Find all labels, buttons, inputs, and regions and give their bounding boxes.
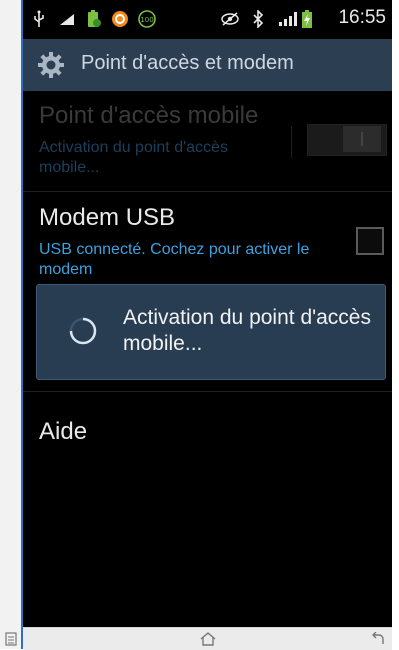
action-bar: Point d'accès et modem xyxy=(23,39,392,91)
right-edge xyxy=(392,0,399,649)
usb-icon xyxy=(31,10,47,28)
usb-modem-checkbox[interactable] xyxy=(356,227,384,255)
home-icon[interactable] xyxy=(200,631,216,647)
menu-icon[interactable] xyxy=(3,631,19,647)
progress-dialog: Activation du point d'accès mobile... xyxy=(36,284,386,380)
loading-spinner-icon xyxy=(68,316,98,346)
battery-app-icon xyxy=(85,10,103,28)
usb-modem-title: Modem USB xyxy=(39,204,176,231)
status-bar: 100 16:55 xyxy=(23,0,392,38)
orange-app-icon xyxy=(111,10,129,28)
help-title: Aide xyxy=(39,418,88,445)
bluetooth-icon xyxy=(251,10,265,28)
cellular-signal-icon xyxy=(277,10,299,28)
nav-bar xyxy=(5,627,392,650)
signal-bars-icon xyxy=(59,10,75,28)
battery-100-icon: 100 xyxy=(137,10,157,28)
hotspot-toggle-mark xyxy=(361,132,363,146)
dialog-message: Activation du point d'accès mobile... xyxy=(123,306,371,355)
battery-charging-icon xyxy=(301,10,313,28)
left-edge xyxy=(0,0,23,649)
phone-screen: 100 16:55 Point d'accès et modem Point d… xyxy=(23,0,392,627)
clock: 16:55 xyxy=(338,7,386,28)
back-icon[interactable] xyxy=(370,631,386,647)
settings-gear-icon[interactable] xyxy=(37,51,65,79)
usb-modem-subtitle: USB connecté. Cochez pour activer le mod… xyxy=(39,241,310,278)
svg-text:100: 100 xyxy=(140,16,153,24)
hotspot-subtitle: Activation du point d'accès mobile... xyxy=(39,139,228,176)
toggle-separator xyxy=(291,126,292,158)
divider xyxy=(23,391,392,392)
hotspot-title: Point d'accès mobile xyxy=(39,102,259,129)
eye-off-icon xyxy=(219,10,241,28)
divider xyxy=(23,191,392,192)
page-title: Point d'accès et modem xyxy=(81,52,294,74)
